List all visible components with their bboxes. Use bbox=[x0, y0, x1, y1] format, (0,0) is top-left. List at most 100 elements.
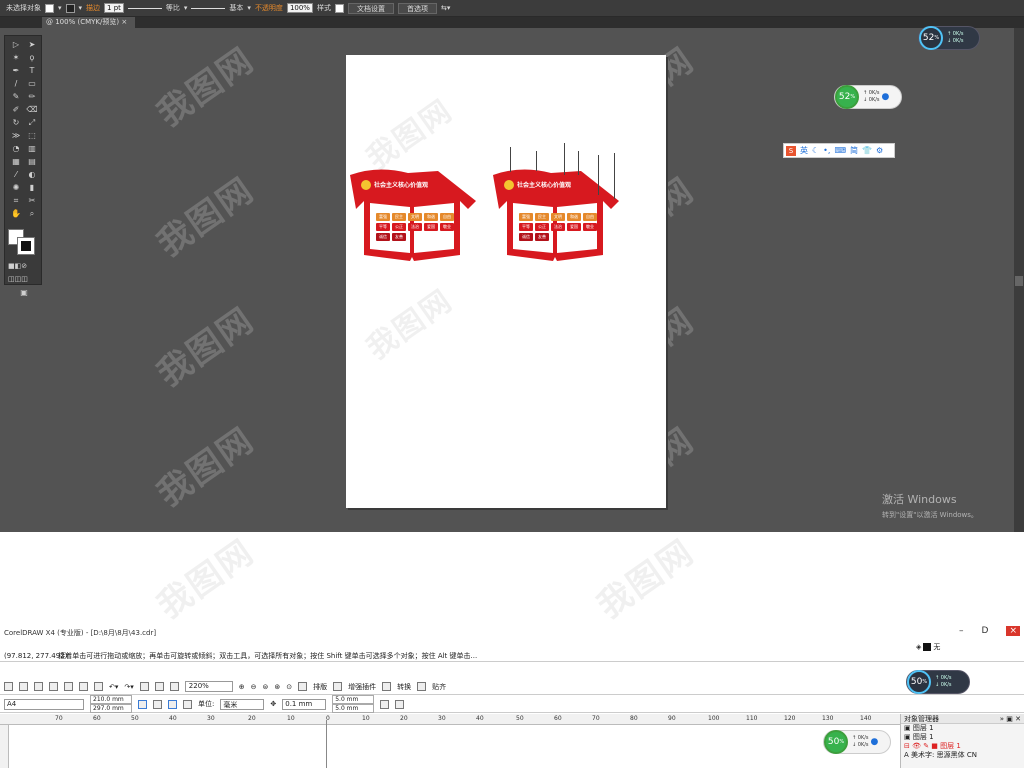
dup-x-field[interactable]: 5.0 mm bbox=[332, 695, 375, 704]
zoom-page-icon[interactable]: ⊙ bbox=[286, 683, 292, 691]
zoom-in-icon[interactable]: ⊕ bbox=[239, 683, 245, 691]
launcher-icon[interactable] bbox=[169, 682, 179, 691]
ime-lang[interactable]: 英 bbox=[800, 145, 808, 156]
color-mode-icons[interactable]: ■◧⊘ bbox=[8, 261, 27, 272]
cut-icon[interactable] bbox=[64, 682, 73, 691]
style-swatch[interactable] bbox=[334, 3, 344, 13]
plugin-icon[interactable] bbox=[333, 682, 343, 691]
convert-icon[interactable] bbox=[382, 682, 392, 691]
profile-label[interactable]: 等比 bbox=[166, 3, 180, 13]
free-transform-icon[interactable]: ⬚ bbox=[25, 130, 39, 141]
copy-icon[interactable] bbox=[79, 682, 88, 691]
mesh-icon[interactable]: ▦ bbox=[9, 156, 23, 167]
save-icon[interactable] bbox=[34, 682, 43, 691]
pencil-icon[interactable]: ✏ bbox=[25, 91, 39, 102]
panel-close-icon[interactable]: » ▣ ✕ bbox=[1000, 714, 1024, 724]
print-icon[interactable] bbox=[49, 682, 58, 691]
draw-mode-icons[interactable]: ◫◫◫ bbox=[8, 274, 28, 285]
net-speed-widget[interactable]: 52% ↑ 0K/s ↓ 0K/s ● bbox=[834, 85, 902, 109]
undo-icon[interactable]: ↶▾ bbox=[109, 683, 118, 691]
chevron-down-icon[interactable]: ▾ bbox=[58, 4, 62, 12]
gear-icon[interactable]: ⚙ bbox=[876, 146, 883, 155]
treat-as-filled-icon[interactable] bbox=[380, 699, 390, 709]
selection-tool-icon[interactable]: ▷ bbox=[9, 39, 23, 50]
zoom-all-icon[interactable]: ⊛ bbox=[274, 683, 280, 691]
eraser-icon[interactable]: ⌫ bbox=[25, 104, 39, 115]
rectangle-tool-icon[interactable]: ▭ bbox=[25, 78, 39, 89]
ime-simplified[interactable]: 简 bbox=[850, 145, 858, 156]
blend-icon[interactable]: ◐ bbox=[25, 169, 39, 180]
restore-icon[interactable]: ᗞ bbox=[982, 626, 989, 636]
magic-wand-icon[interactable]: ✶ bbox=[9, 52, 23, 63]
layer-row[interactable]: ▣ 图层 1 bbox=[901, 724, 1024, 733]
width-tool-icon[interactable]: ≫ bbox=[9, 130, 23, 141]
drawing-canvas[interactable] bbox=[9, 725, 900, 768]
graph-tool-icon[interactable]: ▮ bbox=[25, 182, 39, 193]
ime-toolbar[interactable]: S 英 ☾ •, ⌨ 简 👕 ⚙ bbox=[783, 143, 895, 158]
stroke-swatch[interactable] bbox=[65, 3, 75, 13]
chevron-down-icon[interactable]: ▾ bbox=[247, 4, 251, 12]
perspective-icon[interactable]: ▥ bbox=[25, 143, 39, 154]
skin-icon[interactable]: 👕 bbox=[862, 146, 872, 155]
preferences-button[interactable]: 首选项 bbox=[397, 2, 437, 14]
dup-y-field[interactable]: 5.0 mm bbox=[332, 704, 375, 713]
minimize-icon[interactable]: – bbox=[959, 626, 964, 636]
boost-icon[interactable]: ● bbox=[871, 737, 879, 747]
chevron-down-icon[interactable]: ▾ bbox=[79, 4, 83, 12]
current-page-icon[interactable] bbox=[183, 699, 192, 709]
active-layer-row[interactable]: ⊟ 👁 ✎ ■ 图层 1 bbox=[901, 742, 1024, 751]
typeset-label[interactable]: 排版 bbox=[313, 682, 327, 692]
open-icon[interactable] bbox=[19, 682, 28, 691]
page-width-field[interactable]: 210.0 mm bbox=[90, 695, 132, 704]
brush-label[interactable]: 基本 bbox=[229, 3, 243, 13]
paintbrush-icon[interactable]: ✎ bbox=[9, 91, 23, 102]
close-icon[interactable]: × bbox=[1006, 626, 1020, 636]
all-pages-icon[interactable] bbox=[168, 699, 177, 709]
lasso-icon[interactable]: ϙ bbox=[25, 52, 39, 63]
rotate-icon[interactable]: ↻ bbox=[9, 117, 23, 128]
plugin-label[interactable]: 增强插件 bbox=[348, 682, 376, 692]
culture-board[interactable]: 社会主义核心价值观 富强 民主 文明 和谐 自由 平等 公正 法治 爱国 敬业 … bbox=[348, 165, 476, 261]
opacity-label[interactable]: 不透明度 bbox=[255, 3, 283, 13]
net-speed-widget[interactable]: 50% ↑ 0K/s ↓ 0K/s ● bbox=[823, 730, 891, 754]
stroke-weight-field[interactable]: 1 pt bbox=[104, 3, 124, 13]
new-icon[interactable] bbox=[4, 682, 13, 691]
zoom-tool-icon[interactable]: ⌕ bbox=[25, 208, 39, 219]
object-row[interactable]: A 美术字: 思源黑体 CN bbox=[901, 751, 1024, 760]
page-height-field[interactable]: 297.0 mm bbox=[90, 704, 132, 713]
net-speed-widget[interactable]: 50% ↑ 0K/s ↓ 0K/s bbox=[906, 670, 970, 694]
type-tool-icon[interactable]: T bbox=[25, 65, 39, 76]
symbol-sprayer-icon[interactable]: ✺ bbox=[9, 182, 23, 193]
snap-grid-icon[interactable] bbox=[395, 699, 405, 709]
typeset-icon[interactable] bbox=[298, 682, 308, 691]
scroll-thumb[interactable] bbox=[1015, 276, 1023, 286]
landscape-icon[interactable] bbox=[153, 699, 162, 709]
eyedropper-icon[interactable]: ⁄ bbox=[9, 169, 23, 180]
portrait-icon[interactable] bbox=[138, 699, 147, 709]
zoom-level-select[interactable]: 220% bbox=[184, 681, 233, 692]
stroke-label[interactable]: 描边 bbox=[86, 3, 100, 13]
blob-brush-icon[interactable]: ✐ bbox=[9, 104, 23, 115]
import-icon[interactable] bbox=[139, 682, 149, 691]
gradient-icon[interactable]: ▤ bbox=[25, 156, 39, 167]
chevron-down-icon[interactable]: ▾ bbox=[184, 4, 188, 12]
layer-row[interactable]: ▣ 图层 1 bbox=[901, 733, 1024, 742]
snap-icon[interactable] bbox=[417, 682, 427, 691]
slice-tool-icon[interactable]: ✂ bbox=[25, 195, 39, 206]
export-icon[interactable] bbox=[154, 682, 164, 691]
screen-mode-icon[interactable]: ▣ bbox=[17, 287, 31, 298]
pen-tool-icon[interactable]: ✒ bbox=[9, 65, 23, 76]
punct-icon[interactable]: •, bbox=[823, 146, 830, 155]
shape-builder-icon[interactable]: ◔ bbox=[9, 143, 23, 154]
fill-swatch[interactable] bbox=[45, 3, 54, 13]
keyboard-icon[interactable]: ⌨ bbox=[834, 146, 846, 155]
artboard-tool-icon[interactable]: ⌗ bbox=[9, 195, 23, 206]
zoom-out-icon[interactable]: ⊖ bbox=[251, 683, 257, 691]
zoom-selected-icon[interactable]: ⊜ bbox=[263, 683, 269, 691]
close-icon[interactable]: × bbox=[121, 18, 127, 26]
moon-icon[interactable]: ☾ bbox=[812, 146, 819, 155]
units-select[interactable]: 毫米 bbox=[220, 698, 265, 710]
redo-icon[interactable]: ↷▾ bbox=[124, 683, 133, 691]
scale-icon[interactable]: ⤢ bbox=[25, 117, 39, 128]
stroke-color-icon[interactable] bbox=[17, 237, 35, 255]
